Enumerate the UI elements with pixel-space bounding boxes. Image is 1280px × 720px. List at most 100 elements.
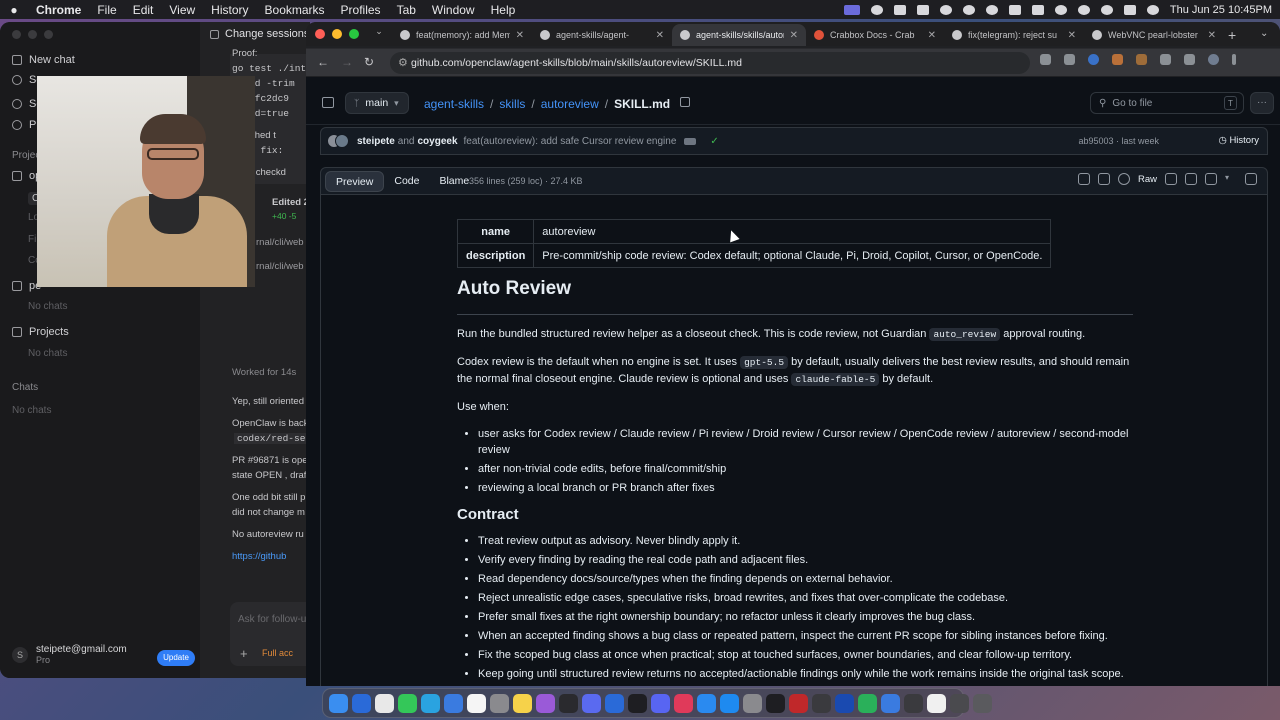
profile-avatar[interactable] [1208, 54, 1219, 65]
menu-app-name[interactable]: Chrome [28, 3, 89, 17]
apple-icon[interactable]: ● [0, 3, 28, 17]
discord-icon[interactable] [651, 693, 670, 713]
moon-icon[interactable] [1054, 4, 1067, 15]
terminal-icon[interactable] [559, 693, 578, 713]
calculator-icon[interactable] [904, 693, 923, 713]
tab-search-chevron-icon[interactable]: ⌄ [372, 26, 386, 40]
status-icon-b[interactable] [893, 4, 906, 15]
branch-selector[interactable]: ᛉ main ▾ [345, 92, 409, 114]
status-icon-g[interactable] [1008, 4, 1021, 15]
commit-author-1[interactable]: steipete [357, 136, 395, 147]
projects-item[interactable]: Projects [12, 326, 69, 338]
sync-icon[interactable] [1117, 173, 1130, 185]
app-icon-h[interactable] [881, 693, 900, 713]
app-icon-c[interactable] [674, 693, 693, 713]
crumb-skills[interactable]: skills [499, 97, 525, 111]
status-icon-f[interactable] [985, 4, 998, 15]
author-avatars[interactable] [327, 134, 349, 148]
app-store-icon[interactable] [697, 693, 716, 713]
extension-icon-c[interactable] [1136, 54, 1147, 65]
outline-icon[interactable] [1245, 173, 1257, 185]
close-icon[interactable]: ✕ [1068, 30, 1076, 41]
app-icon-f[interactable] [812, 693, 831, 713]
close-icon[interactable]: ✕ [790, 30, 798, 41]
raw-button[interactable]: Raw [1138, 174, 1157, 185]
zoom-dot[interactable] [44, 30, 53, 39]
vscode-icon[interactable] [605, 693, 624, 713]
full-access-toggle[interactable]: Full acc [262, 648, 293, 658]
status-icon-a[interactable] [870, 4, 883, 15]
extension-icon-b[interactable] [1112, 54, 1123, 65]
code-review-icon[interactable] [1097, 173, 1110, 185]
siri-icon[interactable] [1146, 4, 1159, 15]
chevron-down-icon[interactable]: ▾ [1225, 173, 1237, 185]
messages-icon[interactable] [398, 693, 417, 713]
app-icon-g[interactable] [835, 693, 854, 713]
settings-icon[interactable] [743, 693, 762, 713]
calendar-icon[interactable] [467, 693, 486, 713]
tab-3-active[interactable]: agent-skills/skills/autor ✕ [672, 24, 806, 46]
close-button[interactable] [315, 29, 325, 39]
clock[interactable]: Thu Jun 25 10:45PM [1170, 4, 1272, 16]
site-info-icon[interactable]: ⚙ [398, 56, 408, 69]
search-icon[interactable] [1100, 4, 1113, 15]
avatar[interactable]: S [12, 646, 28, 663]
zoom-button[interactable] [349, 29, 359, 39]
cast-icon[interactable] [1040, 54, 1051, 65]
notes-icon[interactable] [513, 693, 532, 713]
menu-window[interactable]: Window [424, 3, 483, 17]
trash-icon[interactable] [973, 693, 992, 713]
app-icon-i[interactable] [950, 693, 969, 713]
copy-icon[interactable] [1165, 173, 1177, 185]
menu-profiles[interactable]: Profiles [333, 3, 389, 17]
github-link[interactable]: https://github [232, 551, 286, 562]
url-text[interactable]: github.com/openclaw/agent-skills/blob/ma… [411, 57, 742, 69]
app-icon-a[interactable] [536, 693, 555, 713]
new-chat-button[interactable]: New chat [12, 54, 75, 66]
crumb-repo[interactable]: agent-skills [424, 97, 484, 111]
composer[interactable]: Ask for follow-u + Full acc [230, 602, 310, 666]
devtools-icon[interactable] [1184, 54, 1195, 65]
tab-2[interactable]: agent-skills/agent- ✕ [532, 24, 672, 46]
menu-bookmarks[interactable]: Bookmarks [257, 3, 333, 17]
battery-icon[interactable] [1031, 4, 1044, 15]
menu-help[interactable]: Help [483, 3, 524, 17]
download-icon[interactable] [1185, 173, 1197, 185]
puzzle-icon[interactable] [1160, 54, 1171, 65]
close-icon[interactable]: ✕ [1208, 30, 1216, 41]
edit-pencil-icon[interactable] [1205, 173, 1217, 185]
kebab-menu-icon[interactable] [1232, 54, 1236, 65]
close-icon[interactable]: ✕ [928, 30, 936, 41]
chevron-down-icon[interactable]: ⌄ [1260, 28, 1268, 39]
more-options-button[interactable]: ··· [1250, 92, 1274, 114]
update-button[interactable]: Update [157, 650, 195, 666]
go-to-file-input[interactable]: ⚲ Go to file T [1090, 92, 1244, 114]
whatsapp-icon[interactable] [858, 693, 877, 713]
photos-icon[interactable] [490, 693, 509, 713]
forward-icon[interactable]: → [341, 55, 353, 69]
status-icon-d[interactable] [939, 4, 952, 15]
copilot-icon[interactable] [1077, 173, 1090, 185]
extension-icon-a[interactable] [1088, 54, 1099, 65]
tab-1[interactable]: feat(memory): add Mem ✕ [392, 24, 532, 46]
minimize-button[interactable] [332, 29, 342, 39]
activity-monitor-icon[interactable] [766, 693, 785, 713]
sidebar-item-b[interactable]: Pl [12, 119, 39, 131]
tab-preview[interactable]: Preview [325, 171, 385, 192]
sidebar-toggle-icon[interactable] [322, 97, 334, 108]
reload-icon[interactable]: ↻ [364, 55, 374, 69]
history-button[interactable]: ◷ History [1219, 135, 1260, 146]
chat-item-fi[interactable]: Fi [28, 234, 36, 245]
menu-history[interactable]: History [203, 3, 256, 17]
crumb-autoreview[interactable]: autoreview [541, 97, 599, 111]
wifi-icon[interactable] [1077, 4, 1090, 15]
app-icon-b[interactable] [582, 693, 601, 713]
tab-4[interactable]: Crabbox Docs - Crab ✕ [806, 24, 944, 46]
status-icon-c[interactable] [916, 4, 929, 15]
status-icon-e[interactable] [962, 4, 975, 15]
commit-message[interactable]: feat(autoreview): add safe Cursor review… [464, 136, 677, 147]
finder-icon[interactable] [329, 693, 348, 713]
safari-icon[interactable] [352, 693, 371, 713]
star-icon[interactable] [1064, 54, 1075, 65]
screen-share-icon[interactable] [843, 4, 860, 15]
